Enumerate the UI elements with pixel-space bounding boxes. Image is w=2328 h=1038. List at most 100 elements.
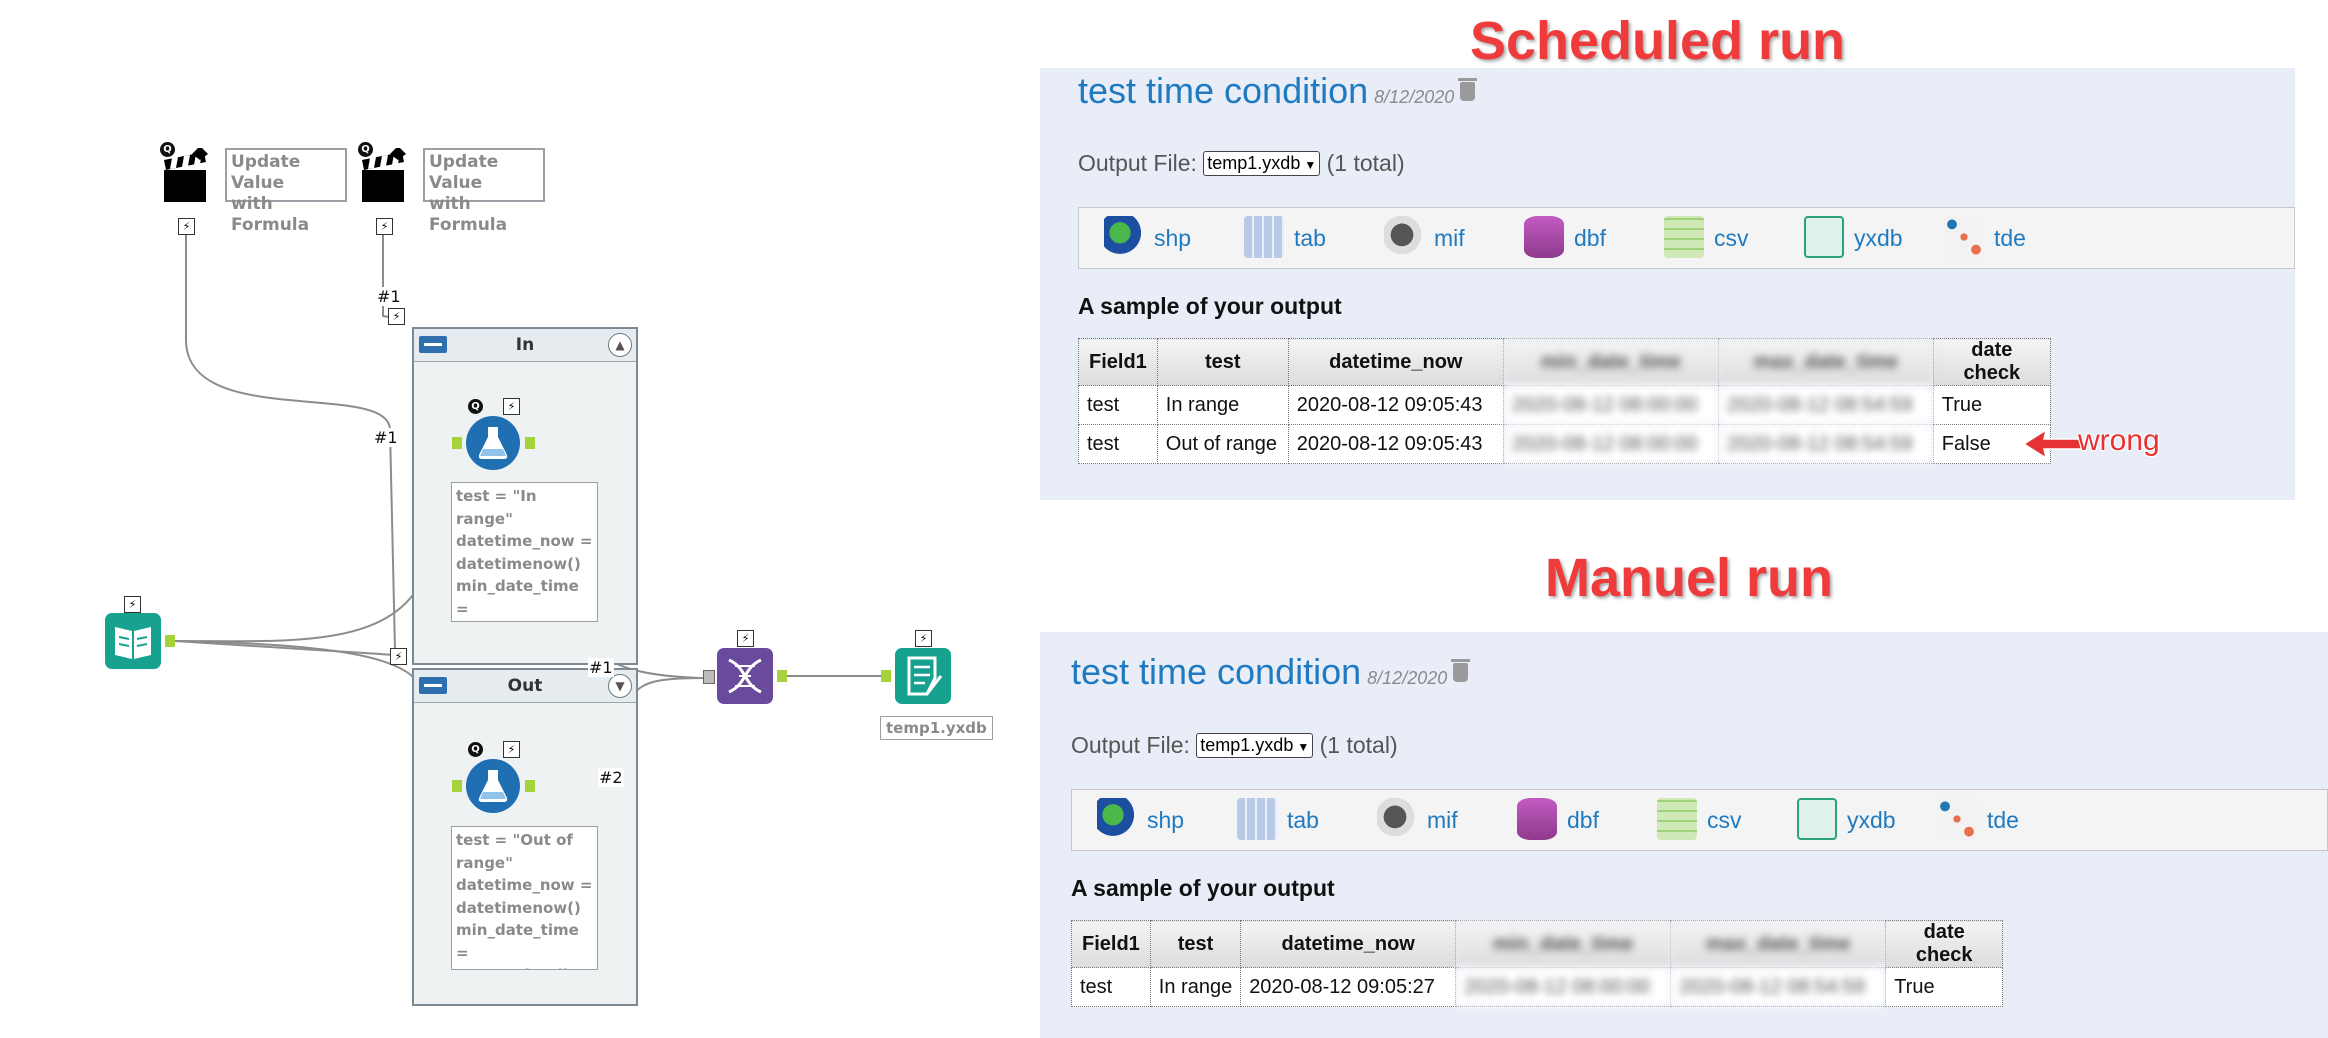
- column-header-blurred: max_date_time: [1670, 920, 1887, 968]
- output-file-select[interactable]: temp1.yxdb ▼: [1196, 733, 1314, 758]
- globe-gray-icon: [1384, 216, 1424, 258]
- format-bar: shp tab mif dbf csv yxdb tde: [1078, 207, 2295, 269]
- output-file-row: Output File: temp1.yxdb ▼ (1 total): [1078, 150, 1405, 177]
- run-title[interactable]: test time condition 8/12/2020: [1071, 651, 1471, 693]
- run-date: 8/12/2020: [1374, 87, 1455, 107]
- input-anchor[interactable]: [452, 780, 462, 792]
- globe-icon: [1104, 216, 1144, 258]
- output-anchor[interactable]: [525, 437, 535, 449]
- action-tool-1-label: Update Value with Formula: [225, 148, 347, 235]
- table-header-row: Field1 test datetime_now min_date_time m…: [1078, 338, 2051, 386]
- anchor-icon[interactable]: ⚡: [915, 630, 932, 647]
- cell-blurred: 2020-08-12 08:00:00: [1502, 385, 1719, 425]
- run-title-text[interactable]: test time condition: [1071, 651, 1361, 692]
- database-icon: [1517, 798, 1557, 840]
- question-badge: Q: [468, 399, 483, 414]
- anchor-icon[interactable]: ⚡: [503, 741, 520, 758]
- cell: True: [1932, 385, 2051, 425]
- container-anchor-icon[interactable]: ⚡: [388, 308, 405, 325]
- scheduled-run-annotation: Scheduled run: [1470, 11, 1846, 71]
- workflow-canvas[interactable]: Q Update Value with Formula ⚡ Q Update V…: [0, 0, 1030, 1038]
- trash-icon[interactable]: [1451, 659, 1471, 682]
- table-icon: [1237, 798, 1277, 840]
- action-2-anchor-icon[interactable]: ⚡: [376, 218, 393, 235]
- cell: test: [1078, 385, 1158, 425]
- spreadsheet-icon: [1664, 216, 1704, 258]
- cell: test: [1071, 967, 1151, 1007]
- book-icon: [105, 613, 161, 669]
- chevron-down-icon: ▼: [1297, 740, 1310, 754]
- output-file-select[interactable]: temp1.yxdb ▼: [1203, 151, 1321, 176]
- output-data-tool[interactable]: [895, 648, 951, 704]
- container-out-title: Out: [507, 676, 543, 696]
- output-file-row: Output File: temp1.yxdb ▼ (1 total): [1071, 732, 1398, 759]
- trash-icon[interactable]: [1458, 78, 1478, 101]
- cell-blurred: 2020-08-12 08:00:00: [1455, 967, 1672, 1007]
- wire-input-to-out: [174, 640, 451, 787]
- question-badge: Q: [358, 142, 373, 157]
- formula-tool-in[interactable]: [465, 415, 521, 471]
- table-row: test In range 2020-08-12 09:05:43 2020-0…: [1078, 385, 2051, 425]
- anchor-icon[interactable]: ⚡: [503, 398, 520, 415]
- cell-blurred: 2020-08-12 08:54:59: [1670, 967, 1887, 1007]
- column-header-blurred: max_date_time: [1717, 338, 1934, 386]
- question-badge: Q: [468, 742, 483, 757]
- manual-run-annotation: Manuel run: [1545, 548, 1834, 608]
- container-in-header[interactable]: In ▲: [414, 329, 636, 362]
- output-anchor[interactable]: [165, 635, 175, 647]
- cell: test: [1078, 424, 1158, 464]
- table-row: test In range 2020-08-12 09:05:27 2020-0…: [1071, 967, 2004, 1007]
- wire-action1-to-in: [185, 233, 396, 651]
- output-total: (1 total): [1319, 732, 1398, 758]
- tableau-icon: [1937, 798, 1977, 840]
- globe-icon: [1097, 798, 1137, 840]
- formula-note-in: test = "In range" datetime_now = datetim…: [451, 482, 598, 622]
- anchor-icon[interactable]: ⚡: [124, 596, 141, 613]
- toggle-icon[interactable]: [419, 336, 447, 353]
- output-total: (1 total): [1326, 150, 1405, 176]
- action-tool-2-label: Update Value with Formula: [423, 148, 545, 235]
- cell: Out of range: [1156, 424, 1289, 464]
- cell-blurred: 2020-08-12 08:00:00: [1502, 424, 1719, 464]
- question-badge: Q: [160, 142, 175, 157]
- document-icon: [895, 648, 951, 704]
- alteryx-icon: [1804, 216, 1844, 258]
- formula-note-out: test = "Out of range" datetime_now = dat…: [451, 826, 598, 970]
- toggle-icon[interactable]: [419, 677, 447, 694]
- output-file-label: Output File:: [1078, 150, 1197, 176]
- sample-title: A sample of your output: [1078, 293, 1342, 319]
- run-title-text[interactable]: test time condition: [1078, 70, 1368, 111]
- table-header-row: Field1 test datetime_now min_date_time m…: [1071, 920, 2004, 968]
- column-header: datetime_now: [1287, 338, 1504, 386]
- container-anchor-icon[interactable]: ⚡: [390, 648, 407, 665]
- collapse-up-icon[interactable]: ▲: [608, 333, 632, 357]
- collapse-down-icon[interactable]: ▼: [608, 674, 632, 698]
- alteryx-icon: [1797, 798, 1837, 840]
- sample-table: Field1 test datetime_now min_date_time m…: [1078, 338, 2051, 464]
- container-in-title: In: [515, 335, 535, 355]
- cell: In range: [1149, 967, 1242, 1007]
- wire-label: #2: [598, 768, 624, 787]
- action-1-anchor-icon[interactable]: ⚡: [178, 218, 195, 235]
- cell: In range: [1156, 385, 1289, 425]
- output-anchor[interactable]: [777, 670, 787, 682]
- input-anchor[interactable]: [452, 437, 462, 449]
- input-anchor[interactable]: [881, 670, 891, 682]
- database-icon: [1524, 216, 1564, 258]
- column-header: date check: [1932, 338, 2051, 386]
- output-anchor[interactable]: [525, 780, 535, 792]
- union-tool[interactable]: [717, 648, 773, 704]
- flask-icon: [466, 416, 520, 470]
- column-header: Field1: [1071, 920, 1151, 968]
- formula-tool-out[interactable]: [465, 758, 521, 814]
- table-row: test Out of range 2020-08-12 09:05:43 20…: [1078, 424, 2051, 464]
- dna-icon: [717, 648, 773, 704]
- anchor-icon[interactable]: ⚡: [737, 630, 754, 647]
- flask-icon: [466, 759, 520, 813]
- column-header: datetime_now: [1240, 920, 1457, 968]
- cell: 2020-08-12 09:05:27: [1240, 967, 1457, 1007]
- column-header-blurred: min_date_time: [1455, 920, 1672, 968]
- run-title[interactable]: test time condition 8/12/2020: [1078, 70, 1478, 112]
- input-data-tool[interactable]: [105, 613, 161, 669]
- input-anchor[interactable]: [703, 670, 715, 684]
